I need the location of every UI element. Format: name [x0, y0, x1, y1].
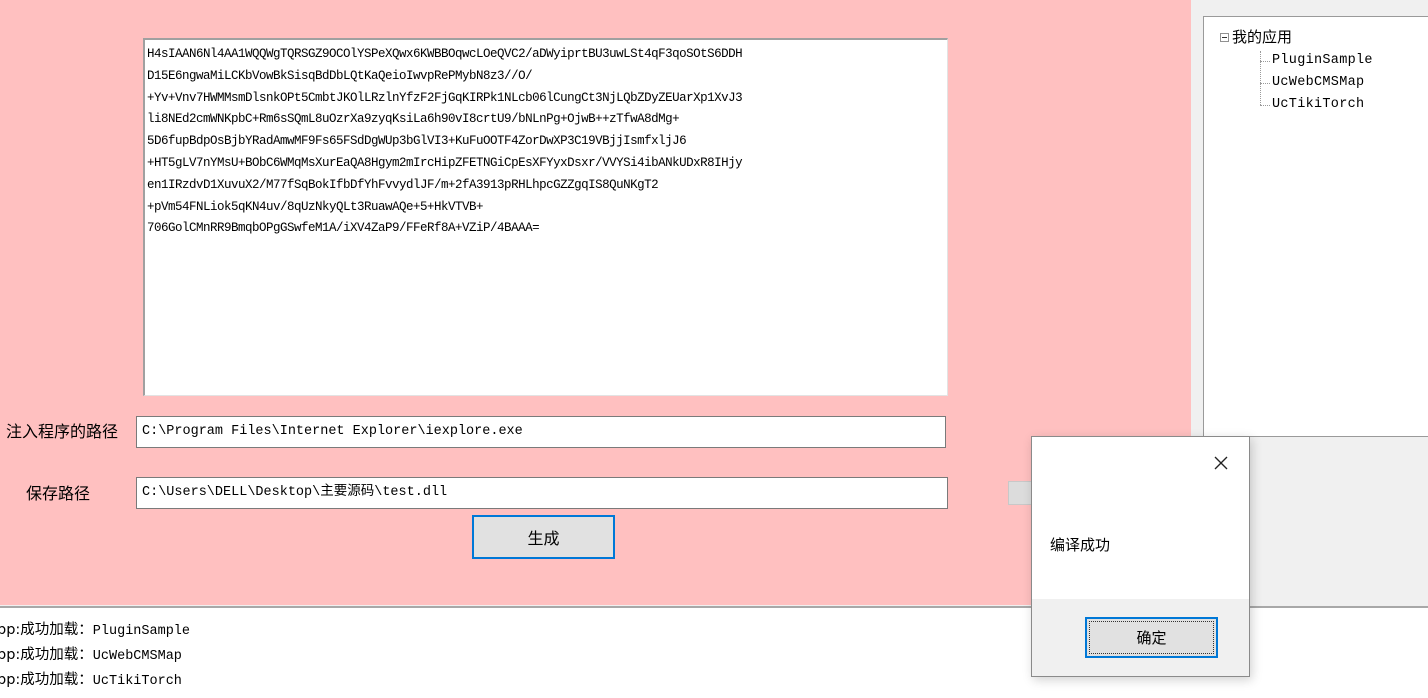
tree-item-ucwebcmsmap[interactable]: UcWebCMSMap: [1260, 74, 1364, 92]
code-line: 706GolCMnRR9BmqbOPgGSwfeM1A/iXV4ZaP9/FFe…: [147, 221, 540, 236]
tree-item-uctikitorch[interactable]: UcTikiTorch: [1260, 96, 1364, 114]
code-line: +Yv+Vnv7HWMMsmDlsnkOPt5CmbtJKOlLRzlnYfzF…: [147, 90, 743, 105]
tree-root-node[interactable]: 我的应用: [1220, 29, 1292, 46]
save-path-input[interactable]: C:\Users\DELL\Desktop\主要源码\test.dll: [136, 477, 948, 509]
generate-button[interactable]: 生成: [472, 515, 615, 559]
log-line: pp:成功加载：UcWebCMSMap: [0, 645, 182, 667]
dialog-footer: 确定: [1032, 599, 1249, 676]
code-line: 5D6fupBdpOsBjbYRadAmwMF9Fs65FSdDgWUp3bGl…: [147, 134, 687, 149]
code-line: en1IRzdvD1XuvuX2/M77fSqBokIfbDfYhFvvydlJ…: [147, 177, 659, 192]
tree-connector: [1260, 82, 1270, 84]
code-line: H4sIAAN6Nl4AA1WQQWgTQRSGZ9OCOlYSPeXQwx6K…: [147, 47, 743, 61]
log-prefix: pp:成功加载：: [0, 622, 93, 638]
dialog-message: 编译成功: [1050, 536, 1111, 554]
log-plugin-name: UcTikiTorch: [92, 674, 182, 689]
ok-button[interactable]: 确定: [1085, 617, 1218, 658]
log-prefix: pp:成功加载：: [0, 647, 93, 663]
tree-connector: [1260, 60, 1270, 62]
log-plugin-name: PluginSample: [92, 624, 191, 639]
tree-item-label: UcTikiTorch: [1272, 97, 1365, 112]
code-textarea[interactable]: H4sIAAN6Nl4AA1WQQWgTQRSGZ9OCOlYSPeXQwx6K…: [143, 38, 948, 396]
code-line: +HT5gLV7nYMsU+BObC6WMqMsXurEaQA8Hgym2mIr…: [147, 155, 743, 170]
tree-connector: [1260, 104, 1270, 106]
log-prefix: pp:成功加载：: [0, 672, 93, 688]
tree-item-pluginsample[interactable]: PluginSample: [1260, 52, 1373, 70]
log-plugin-name: UcWebCMSMap: [92, 649, 182, 664]
close-icon[interactable]: [1209, 451, 1233, 475]
log-line: pp:成功加载：UcTikiTorch: [0, 670, 182, 692]
log-line: pp:成功加载：PluginSample: [0, 620, 190, 642]
tree-root-label: 我的应用: [1232, 28, 1293, 46]
code-line: D15E6ngwaMiLCKbVowBkSisqBdDbLQtKaQeioIwv…: [147, 68, 533, 83]
save-path-label: 保存路径: [26, 484, 91, 503]
message-dialog: 编译成功 确定: [1031, 436, 1250, 677]
tree-item-label: UcWebCMSMap: [1272, 75, 1365, 90]
inject-path-label: 注入程序的路径: [6, 422, 119, 441]
code-line: li8NEd2cmWNKpbC+Rm6sSQmL8uOzrXa9zyqKsiLa…: [147, 112, 680, 127]
app-tree-view[interactable]: 我的应用 PluginSample UcWebCMSMap UcTikiTorc…: [1203, 16, 1428, 437]
main-panel: H4sIAAN6Nl4AA1WQQWgTQRSGZ9OCOlYSPeXQwx6K…: [0, 0, 1191, 605]
collapse-icon[interactable]: [1220, 33, 1229, 42]
code-line: +pVm54FNLiok5qKN4uv/8qUzNkyQLt3RuawAQe+5…: [147, 199, 484, 214]
tree-item-label: PluginSample: [1272, 53, 1373, 68]
inject-path-input[interactable]: C:\Program Files\Internet Explorer\iexpl…: [136, 416, 946, 448]
